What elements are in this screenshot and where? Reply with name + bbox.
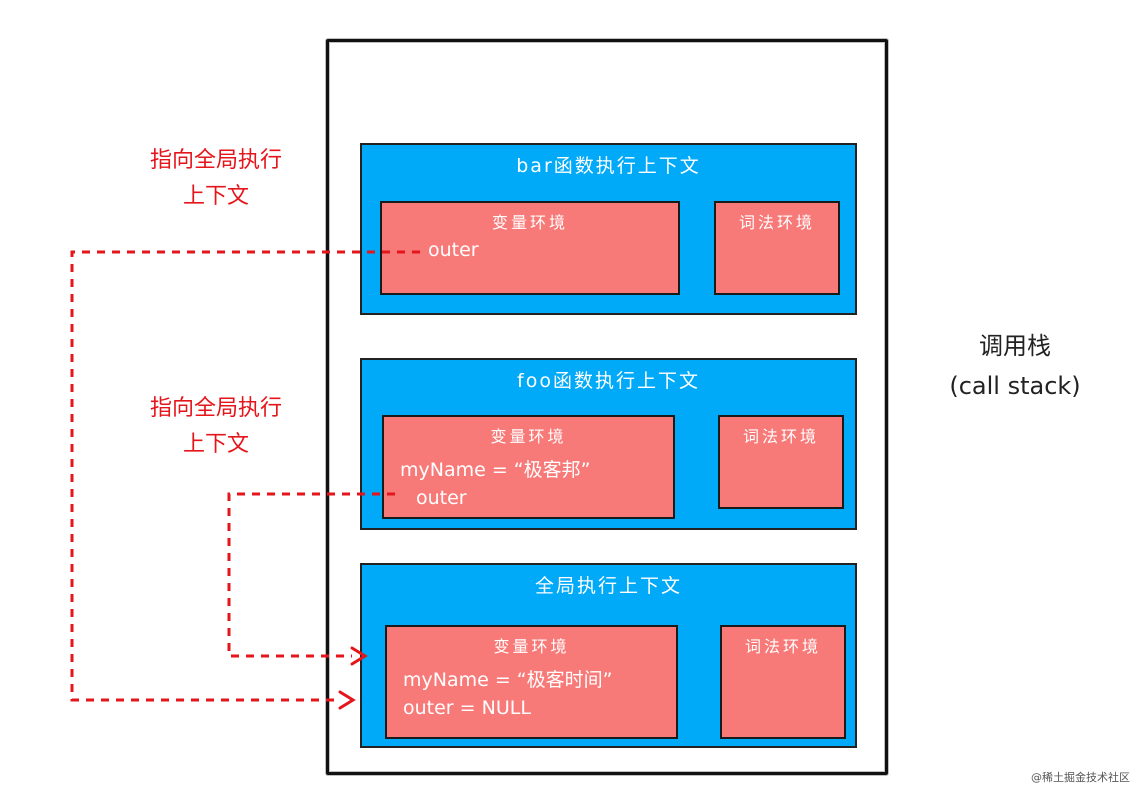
variable-environment-title: 变量环境 (493, 637, 570, 656)
global-execution-context: 全局执行上下文 变量环境 myName = “极客时间” outer = NUL… (360, 563, 857, 748)
outer-null: outer = NULL (403, 697, 531, 719)
variable-environment: 变量环境 myName = “极客时间” outer = NULL (385, 625, 678, 739)
context-title: bar函数执行上下文 (516, 155, 701, 177)
watermark: @稀土掘金技术社区 (1031, 771, 1130, 784)
lexical-environment: 词法环境 (714, 201, 840, 295)
foo-pointer-label-line1: 指向全局执行 (149, 396, 282, 421)
variable-environment: 变量环境 myName = “极客邦” outer (382, 415, 675, 519)
context-title: foo函数执行上下文 (517, 370, 700, 392)
bar-pointer-label-line2: 上下文 (182, 184, 249, 209)
lexical-environment-title: 词法环境 (742, 427, 819, 446)
bar-execution-context: bar函数执行上下文 变量环境 outer 词法环境 (360, 143, 857, 315)
variable-environment-title: 变量环境 (491, 213, 568, 232)
variable-environment: 变量环境 outer (380, 201, 680, 295)
my-name-variable: myName = “极客时间” (403, 669, 613, 691)
lexical-environment-title: 词法环境 (744, 637, 821, 656)
variable-environment-title: 变量环境 (490, 427, 567, 446)
outer-reference: outer (416, 487, 467, 509)
bar-pointer-label: 指向全局执行 上下文 (126, 143, 306, 215)
context-title: 全局执行上下文 (534, 575, 682, 597)
lexical-environment: 词法环境 (720, 625, 846, 739)
call-stack-label: 调用栈 (call stack) (930, 326, 1100, 406)
call-stack-label-en: (call stack) (949, 372, 1081, 400)
my-name-variable: myName = “极客邦” (400, 459, 591, 481)
lexical-environment-title: 词法环境 (738, 213, 815, 232)
foo-pointer-label: 指向全局执行 上下文 (126, 391, 306, 463)
lexical-environment: 词法环境 (718, 415, 844, 509)
foo-pointer-label-line2: 上下文 (182, 432, 249, 457)
outer-reference: outer (428, 239, 479, 261)
foo-execution-context: foo函数执行上下文 变量环境 myName = “极客邦” outer 词法环… (360, 358, 857, 530)
call-stack-label-zh: 调用栈 (979, 332, 1051, 360)
bar-pointer-label-line1: 指向全局执行 (149, 148, 282, 173)
